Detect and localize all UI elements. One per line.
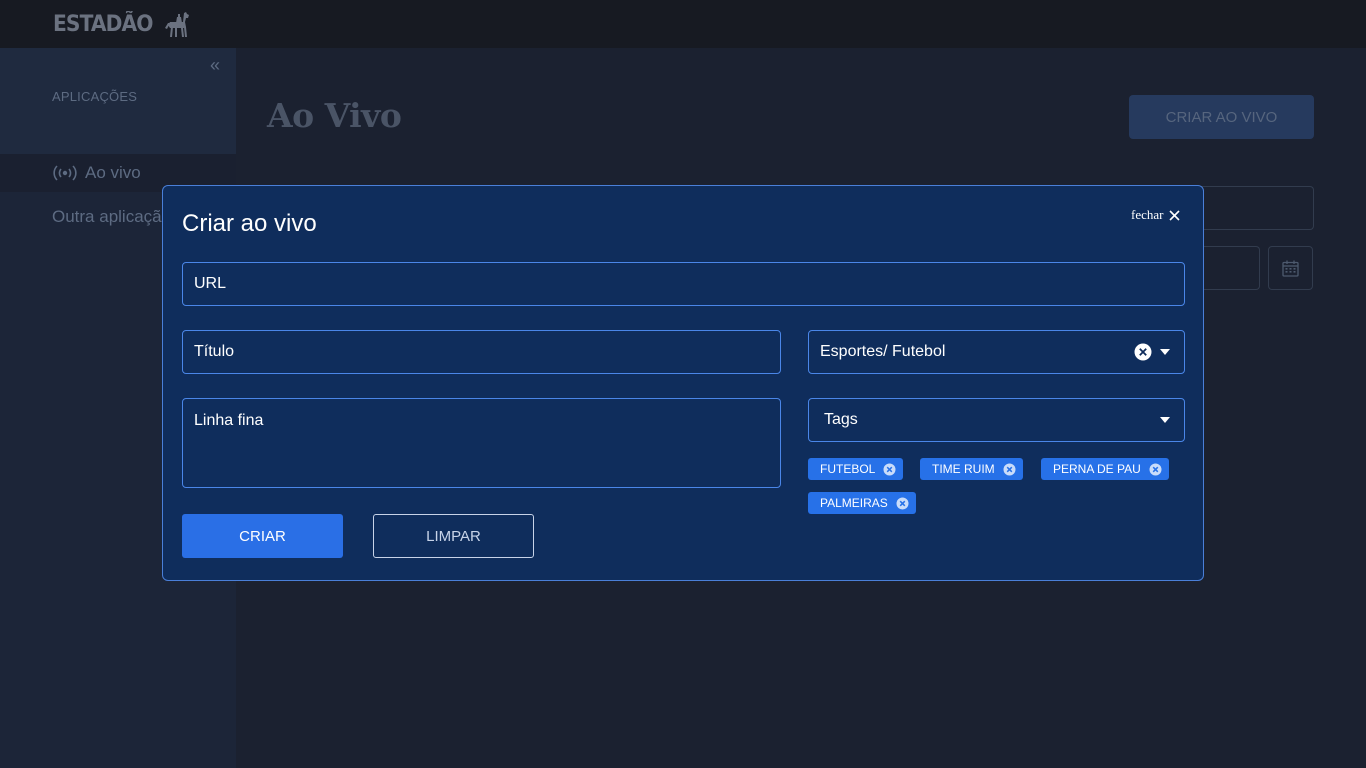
url-input[interactable]: URL xyxy=(182,262,1185,306)
tag-chip-label: FUTEBOL xyxy=(820,462,876,476)
create-live-modal: Criar ao vivo fechar URL Título Linha fi… xyxy=(162,185,1204,581)
subtitle-textarea[interactable]: Linha fina xyxy=(182,398,781,488)
remove-tag-icon[interactable] xyxy=(1149,463,1162,476)
broadcast-icon xyxy=(53,165,77,181)
calendar-icon xyxy=(1282,260,1299,277)
clear-icon[interactable] xyxy=(1134,343,1152,361)
close-label: fechar xyxy=(1131,207,1164,222)
create-button[interactable]: CRIAR xyxy=(182,514,343,558)
close-button[interactable]: fechar xyxy=(1131,207,1181,223)
top-bar: ESTADÃO xyxy=(0,0,1366,48)
remove-tag-icon[interactable] xyxy=(896,497,909,510)
category-value: Esportes/ Futebol xyxy=(820,343,946,360)
title-placeholder: Título xyxy=(194,343,235,360)
title-input[interactable]: Título xyxy=(182,330,781,374)
calendar-button[interactable] xyxy=(1268,246,1313,290)
horse-rider-icon xyxy=(165,12,190,37)
sidebar-item-label: Ao vivo xyxy=(85,163,141,182)
caret-down-icon[interactable] xyxy=(1160,349,1170,355)
tags-select[interactable]: Tags xyxy=(808,398,1185,442)
estadao-logo[interactable]: ESTADÃO xyxy=(53,11,191,39)
logo-text: ESTADÃO xyxy=(53,12,153,37)
tag-chip-palmeiras[interactable]: PALMEIRAS xyxy=(808,492,916,514)
url-placeholder: URL xyxy=(194,275,227,292)
page-title: Ao Vivo xyxy=(267,96,402,135)
sidebar-item-label: Outra aplicação xyxy=(52,207,172,226)
remove-tag-icon[interactable] xyxy=(1003,463,1016,476)
subtitle-placeholder: Linha fina xyxy=(194,412,264,429)
remove-tag-icon[interactable] xyxy=(883,463,896,476)
tag-chip-label: PERNA DE PAU xyxy=(1053,462,1141,476)
tag-chip-label: PALMEIRAS xyxy=(820,496,888,510)
modal-title: Criar ao vivo xyxy=(182,210,317,237)
tag-chip-perna-de-pau[interactable]: PERNA DE PAU xyxy=(1041,458,1169,480)
tag-chip-label: TIME RUIM xyxy=(932,462,995,476)
double-chevron-left-icon[interactable]: « xyxy=(210,55,220,75)
tag-chip-futebol[interactable]: FUTEBOL xyxy=(808,458,904,480)
clear-button[interactable]: LIMPAR xyxy=(373,514,534,558)
sidebar-section-label: APLICAÇÕES xyxy=(52,89,138,104)
tag-chip-time-ruim[interactable]: TIME RUIM xyxy=(920,458,1023,480)
tags-placeholder: Tags xyxy=(824,411,858,428)
create-live-button[interactable]: CRIAR AO VIVO xyxy=(1129,95,1314,139)
caret-down-icon[interactable] xyxy=(1160,417,1170,423)
filter-field[interactable] xyxy=(1190,186,1314,230)
close-icon xyxy=(1169,209,1181,221)
category-select[interactable]: Esportes/ Futebol xyxy=(808,330,1185,374)
sidebar-header: « APLICAÇÕES xyxy=(0,48,236,154)
